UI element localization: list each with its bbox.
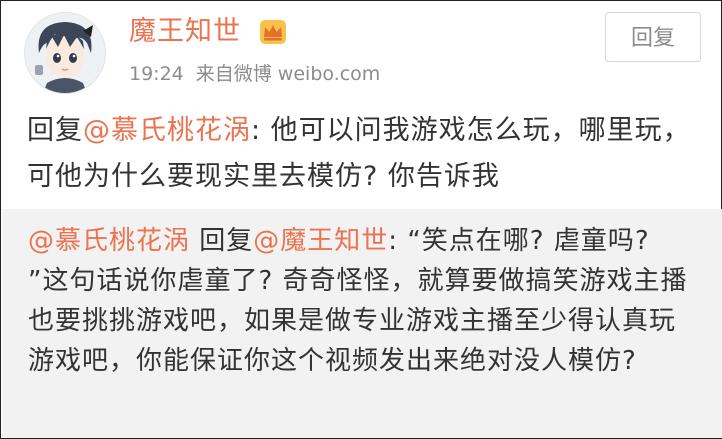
quoted-comment[interactable]: @慕氏桃花涡 回复@魔王知世: “笑点在哪? 虐童吗? ”这句话说你虐童了? 奇… <box>2 209 722 438</box>
comment-text: 回复@慕氏桃花涡: 他可以问我游戏怎么玩，哪里玩，可他为什么要现实里去模仿? 你… <box>27 108 697 200</box>
username[interactable]: 魔王知世 <box>129 15 241 49</box>
quoted-reply-word: 回复 <box>190 226 254 256</box>
post-time: 19:24 <box>129 63 184 85</box>
quoted-mention-link[interactable]: @魔王知世 <box>253 226 388 256</box>
avatar-illustration-icon <box>25 13 105 93</box>
weibo-comment-card: 魔王知世 19:24 来自微博 weibo.com 回复 回复@慕氏桃花涡: 他可… <box>0 0 722 439</box>
avatar[interactable] <box>24 12 106 94</box>
post-meta: 19:24 来自微博 weibo.com <box>129 62 380 86</box>
comment-mention-link[interactable]: @慕氏桃花涡 <box>83 115 251 146</box>
quoted-comment-text: @慕氏桃花涡 回复@魔王知世: “笑点在哪? 虐童吗? ”这句话说你虐童了? 奇… <box>28 221 700 381</box>
comment-reply-prefix: 回复 <box>27 115 83 146</box>
post-source: 来自微博 weibo.com <box>195 63 381 85</box>
crown-icon <box>260 20 286 44</box>
quoted-author-link[interactable]: @慕氏桃花涡 <box>28 226 190 256</box>
reply-button[interactable]: 回复 <box>605 12 701 62</box>
